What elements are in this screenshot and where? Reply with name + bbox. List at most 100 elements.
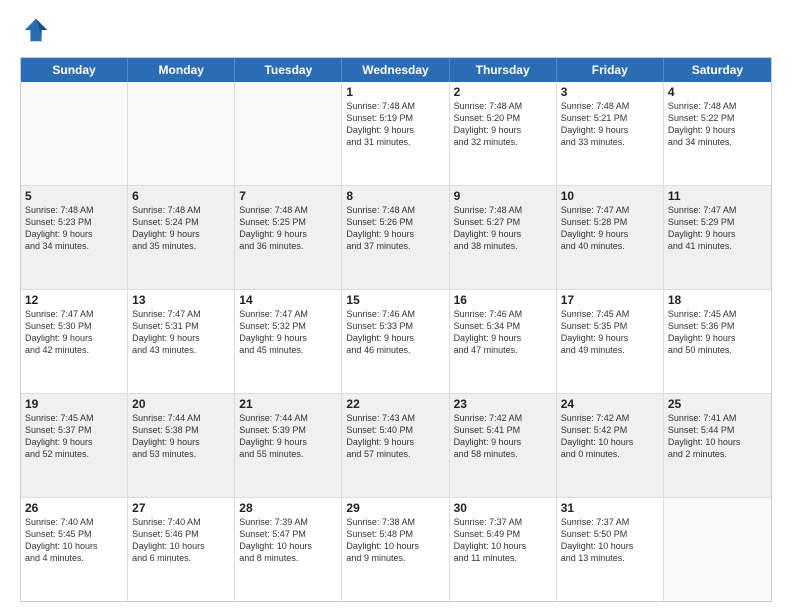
calendar-cell-r2-c6: 18Sunrise: 7:45 AM Sunset: 5:36 PM Dayli… [664,290,771,393]
calendar-cell-r4-c2: 28Sunrise: 7:39 AM Sunset: 5:47 PM Dayli… [235,498,342,601]
calendar-cell-r1-c1: 6Sunrise: 7:48 AM Sunset: 5:24 PM Daylig… [128,186,235,289]
day-number: 19 [25,397,123,411]
calendar-cell-r1-c5: 10Sunrise: 7:47 AM Sunset: 5:28 PM Dayli… [557,186,664,289]
logo [20,16,50,49]
day-number: 23 [454,397,552,411]
calendar-cell-r2-c1: 13Sunrise: 7:47 AM Sunset: 5:31 PM Dayli… [128,290,235,393]
calendar-cell-r4-c1: 27Sunrise: 7:40 AM Sunset: 5:46 PM Dayli… [128,498,235,601]
cell-info: Sunrise: 7:44 AM Sunset: 5:38 PM Dayligh… [132,412,230,461]
cell-info: Sunrise: 7:48 AM Sunset: 5:27 PM Dayligh… [454,204,552,253]
calendar-row-0: 1Sunrise: 7:48 AM Sunset: 5:19 PM Daylig… [21,82,771,185]
day-number: 17 [561,293,659,307]
calendar-row-3: 19Sunrise: 7:45 AM Sunset: 5:37 PM Dayli… [21,393,771,497]
calendar-header-thursday: Thursday [450,58,557,82]
calendar-row-2: 12Sunrise: 7:47 AM Sunset: 5:30 PM Dayli… [21,289,771,393]
day-number: 7 [239,189,337,203]
calendar-header-sunday: Sunday [21,58,128,82]
calendar-cell-r4-c0: 26Sunrise: 7:40 AM Sunset: 5:45 PM Dayli… [21,498,128,601]
cell-info: Sunrise: 7:47 AM Sunset: 5:31 PM Dayligh… [132,308,230,357]
calendar-cell-r0-c2 [235,82,342,185]
calendar-cell-r3-c4: 23Sunrise: 7:42 AM Sunset: 5:41 PM Dayli… [450,394,557,497]
calendar-row-1: 5Sunrise: 7:48 AM Sunset: 5:23 PM Daylig… [21,185,771,289]
calendar-header-friday: Friday [557,58,664,82]
day-number: 29 [346,501,444,515]
calendar-header: SundayMondayTuesdayWednesdayThursdayFrid… [21,58,771,82]
day-number: 31 [561,501,659,515]
day-number: 28 [239,501,337,515]
calendar-cell-r1-c6: 11Sunrise: 7:47 AM Sunset: 5:29 PM Dayli… [664,186,771,289]
calendar-row-4: 26Sunrise: 7:40 AM Sunset: 5:45 PM Dayli… [21,497,771,601]
cell-info: Sunrise: 7:48 AM Sunset: 5:19 PM Dayligh… [346,100,444,149]
cell-info: Sunrise: 7:39 AM Sunset: 5:47 PM Dayligh… [239,516,337,565]
day-number: 18 [668,293,767,307]
calendar-cell-r1-c4: 9Sunrise: 7:48 AM Sunset: 5:27 PM Daylig… [450,186,557,289]
page: SundayMondayTuesdayWednesdayThursdayFrid… [0,0,792,612]
cell-info: Sunrise: 7:48 AM Sunset: 5:21 PM Dayligh… [561,100,659,149]
cell-info: Sunrise: 7:48 AM Sunset: 5:24 PM Dayligh… [132,204,230,253]
cell-info: Sunrise: 7:40 AM Sunset: 5:46 PM Dayligh… [132,516,230,565]
calendar-cell-r0-c0 [21,82,128,185]
calendar-cell-r1-c2: 7Sunrise: 7:48 AM Sunset: 5:25 PM Daylig… [235,186,342,289]
day-number: 6 [132,189,230,203]
day-number: 5 [25,189,123,203]
cell-info: Sunrise: 7:43 AM Sunset: 5:40 PM Dayligh… [346,412,444,461]
calendar-cell-r0-c4: 2Sunrise: 7:48 AM Sunset: 5:20 PM Daylig… [450,82,557,185]
cell-info: Sunrise: 7:42 AM Sunset: 5:41 PM Dayligh… [454,412,552,461]
day-number: 9 [454,189,552,203]
cell-info: Sunrise: 7:47 AM Sunset: 5:29 PM Dayligh… [668,204,767,253]
cell-info: Sunrise: 7:41 AM Sunset: 5:44 PM Dayligh… [668,412,767,461]
cell-info: Sunrise: 7:47 AM Sunset: 5:32 PM Dayligh… [239,308,337,357]
calendar-cell-r0-c6: 4Sunrise: 7:48 AM Sunset: 5:22 PM Daylig… [664,82,771,185]
day-number: 26 [25,501,123,515]
cell-info: Sunrise: 7:37 AM Sunset: 5:49 PM Dayligh… [454,516,552,565]
cell-info: Sunrise: 7:42 AM Sunset: 5:42 PM Dayligh… [561,412,659,461]
calendar-cell-r2-c4: 16Sunrise: 7:46 AM Sunset: 5:34 PM Dayli… [450,290,557,393]
day-number: 20 [132,397,230,411]
cell-info: Sunrise: 7:44 AM Sunset: 5:39 PM Dayligh… [239,412,337,461]
day-number: 11 [668,189,767,203]
calendar-cell-r3-c6: 25Sunrise: 7:41 AM Sunset: 5:44 PM Dayli… [664,394,771,497]
day-number: 16 [454,293,552,307]
day-number: 14 [239,293,337,307]
cell-info: Sunrise: 7:45 AM Sunset: 5:36 PM Dayligh… [668,308,767,357]
day-number: 25 [668,397,767,411]
cell-info: Sunrise: 7:37 AM Sunset: 5:50 PM Dayligh… [561,516,659,565]
calendar-cell-r3-c5: 24Sunrise: 7:42 AM Sunset: 5:42 PM Dayli… [557,394,664,497]
day-number: 10 [561,189,659,203]
day-number: 13 [132,293,230,307]
calendar-cell-r2-c3: 15Sunrise: 7:46 AM Sunset: 5:33 PM Dayli… [342,290,449,393]
calendar-cell-r1-c0: 5Sunrise: 7:48 AM Sunset: 5:23 PM Daylig… [21,186,128,289]
header [20,16,772,49]
calendar-cell-r2-c2: 14Sunrise: 7:47 AM Sunset: 5:32 PM Dayli… [235,290,342,393]
calendar-cell-r3-c0: 19Sunrise: 7:45 AM Sunset: 5:37 PM Dayli… [21,394,128,497]
calendar-cell-r2-c0: 12Sunrise: 7:47 AM Sunset: 5:30 PM Dayli… [21,290,128,393]
calendar-header-wednesday: Wednesday [342,58,449,82]
day-number: 30 [454,501,552,515]
calendar-cell-r0-c1 [128,82,235,185]
cell-info: Sunrise: 7:45 AM Sunset: 5:35 PM Dayligh… [561,308,659,357]
cell-info: Sunrise: 7:48 AM Sunset: 5:25 PM Dayligh… [239,204,337,253]
calendar-cell-r4-c5: 31Sunrise: 7:37 AM Sunset: 5:50 PM Dayli… [557,498,664,601]
calendar-cell-r4-c6 [664,498,771,601]
cell-info: Sunrise: 7:48 AM Sunset: 5:20 PM Dayligh… [454,100,552,149]
cell-info: Sunrise: 7:47 AM Sunset: 5:28 PM Dayligh… [561,204,659,253]
cell-info: Sunrise: 7:46 AM Sunset: 5:34 PM Dayligh… [454,308,552,357]
calendar-body: 1Sunrise: 7:48 AM Sunset: 5:19 PM Daylig… [21,82,771,601]
calendar-cell-r3-c3: 22Sunrise: 7:43 AM Sunset: 5:40 PM Dayli… [342,394,449,497]
calendar-cell-r0-c3: 1Sunrise: 7:48 AM Sunset: 5:19 PM Daylig… [342,82,449,185]
calendar-cell-r4-c3: 29Sunrise: 7:38 AM Sunset: 5:48 PM Dayli… [342,498,449,601]
calendar-cell-r3-c1: 20Sunrise: 7:44 AM Sunset: 5:38 PM Dayli… [128,394,235,497]
day-number: 8 [346,189,444,203]
calendar: SundayMondayTuesdayWednesdayThursdayFrid… [20,57,772,602]
day-number: 1 [346,85,444,99]
day-number: 27 [132,501,230,515]
calendar-cell-r1-c3: 8Sunrise: 7:48 AM Sunset: 5:26 PM Daylig… [342,186,449,289]
cell-info: Sunrise: 7:38 AM Sunset: 5:48 PM Dayligh… [346,516,444,565]
day-number: 3 [561,85,659,99]
calendar-cell-r2-c5: 17Sunrise: 7:45 AM Sunset: 5:35 PM Dayli… [557,290,664,393]
cell-info: Sunrise: 7:46 AM Sunset: 5:33 PM Dayligh… [346,308,444,357]
cell-info: Sunrise: 7:40 AM Sunset: 5:45 PM Dayligh… [25,516,123,565]
cell-info: Sunrise: 7:48 AM Sunset: 5:23 PM Dayligh… [25,204,123,253]
calendar-cell-r3-c2: 21Sunrise: 7:44 AM Sunset: 5:39 PM Dayli… [235,394,342,497]
calendar-cell-r4-c4: 30Sunrise: 7:37 AM Sunset: 5:49 PM Dayli… [450,498,557,601]
